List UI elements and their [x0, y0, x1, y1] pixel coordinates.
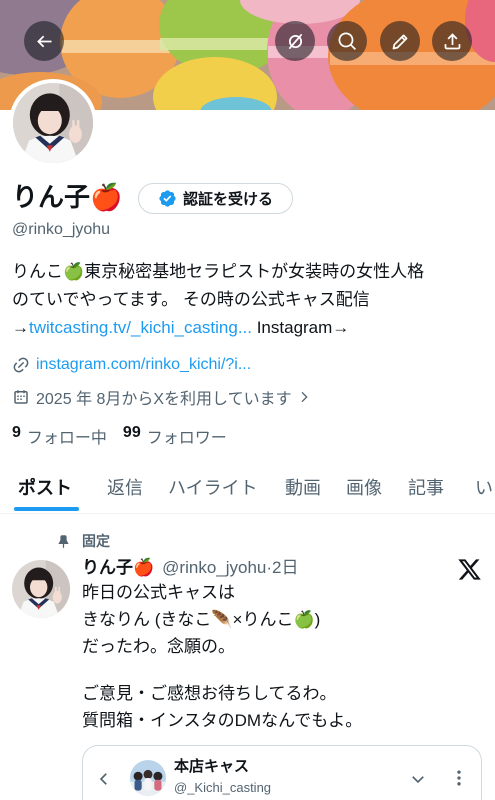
- chevron-left-icon[interactable]: [95, 770, 113, 788]
- following-label: フォロー中: [26, 430, 107, 447]
- bio-arrow: →: [12, 318, 29, 337]
- grok-icon: [288, 33, 302, 49]
- get-verified-label: 認証を受ける: [182, 191, 273, 208]
- post-line: きなりん (きなこ🪶×りんこ🍏): [82, 610, 321, 629]
- pinned-label: 固定: [82, 533, 110, 549]
- bio-line: りんこ🍏東京秘密基地セラピストが女装時の女性人格: [12, 262, 425, 281]
- post-author-name[interactable]: りん子🍎: [82, 558, 154, 577]
- avatar-photo: [13, 83, 93, 163]
- tab-highlights[interactable]: ハイライト: [168, 465, 258, 511]
- post-text: 昨日の公式キャスは きなりん (きなこ🪶×りんこ🍏) だったわ。念願の。 ご意見…: [82, 579, 482, 734]
- followers-count: 99: [122, 424, 141, 441]
- tabs-divider: [0, 513, 495, 514]
- followers-label: フォロワー: [146, 430, 227, 447]
- post-timestamp[interactable]: 2日: [272, 558, 298, 577]
- avatar-photo: [12, 560, 70, 618]
- joined-text: 2025 年 8月からXを利用しています: [36, 391, 292, 408]
- pin-icon: [58, 534, 69, 548]
- edit-profile-button[interactable]: [380, 21, 420, 61]
- follow-stats: 9 フォロー中 99 フォロワー: [12, 424, 482, 448]
- post-line: 昨日の公式キャスは: [82, 583, 235, 602]
- edit-icon: [392, 34, 407, 49]
- tab-articles[interactable]: 記事: [408, 465, 444, 511]
- calendar-icon: [14, 390, 28, 404]
- tab-videos[interactable]: 動画: [285, 465, 321, 511]
- post-author-handle[interactable]: @rinko_jyohu: [162, 558, 266, 577]
- back-arrow-icon: [36, 35, 51, 47]
- profile-avatar[interactable]: [9, 79, 97, 167]
- tab-likes[interactable]: い: [475, 465, 495, 511]
- website-link[interactable]: instagram.com/rinko_kichi/?i...: [36, 356, 251, 374]
- post-header: りん子🍎 @rinko_jyohu·2日: [82, 555, 447, 581]
- profile-handle: @rinko_jyohu: [12, 221, 111, 238]
- profile-tabs: ポスト 返信 ハイライト 動画 画像 記事 い: [0, 465, 495, 511]
- group-photo: [130, 760, 166, 796]
- profile-website[interactable]: instagram.com/rinko_kichi/?i...: [12, 353, 482, 377]
- get-verified-button[interactable]: 認証を受ける: [138, 183, 293, 214]
- profile-bio: りんこ🍏東京秘密基地セラピストが女装時の女性人格 のていでやってます。 その時の…: [12, 258, 487, 342]
- back-button[interactable]: [24, 21, 64, 61]
- post-line: ご意見・ご感想お待ちしてるわ。: [82, 684, 337, 703]
- profile-joined-date[interactable]: 2025 年 8月からXを利用しています: [12, 385, 482, 409]
- bio-line: のていでやってます。 その時の公式キャス配信: [12, 290, 370, 309]
- tab-images[interactable]: 画像: [346, 465, 382, 511]
- embed-avatar: [130, 760, 166, 796]
- share-icon: [444, 32, 460, 49]
- share-button[interactable]: [432, 21, 472, 61]
- chevron-right-icon: [301, 391, 308, 403]
- following-count: 9: [12, 424, 21, 441]
- post-line: だったわ。念願の。: [82, 637, 235, 656]
- embedded-card[interactable]: 本店キャス @_Kichi_casting: [82, 745, 482, 800]
- profile-display-name: りん子🍎: [12, 182, 123, 212]
- grok-button[interactable]: [275, 21, 315, 61]
- post-line: 質問箱・インスタのDMなんでもよ。: [82, 711, 363, 730]
- search-icon: [338, 32, 356, 50]
- embed-handle: @_Kichi_casting: [174, 780, 272, 795]
- more-vertical-icon[interactable]: [449, 768, 469, 788]
- tab-posts[interactable]: ポスト: [14, 465, 79, 511]
- embed-title: 本店キャス: [174, 758, 250, 775]
- post-author-avatar[interactable]: [12, 560, 70, 618]
- chevron-down-icon[interactable]: [409, 770, 427, 788]
- followers-link[interactable]: 99 フォロワー: [123, 424, 227, 448]
- link-icon: [13, 357, 29, 373]
- verified-badge-icon: [159, 190, 176, 207]
- following-link[interactable]: 9 フォロー中: [12, 424, 107, 448]
- search-button[interactable]: [327, 21, 367, 61]
- pinned-indicator: 固定: [56, 531, 110, 551]
- bio-line: →twitcasting.tv/_kichi_casting... Instag…: [12, 314, 487, 342]
- tab-replies[interactable]: 返信: [107, 465, 143, 511]
- bio-twitcasting-link[interactable]: twitcasting.tv/_kichi_casting...: [29, 318, 252, 337]
- bio-text: Instagram→: [251, 318, 350, 337]
